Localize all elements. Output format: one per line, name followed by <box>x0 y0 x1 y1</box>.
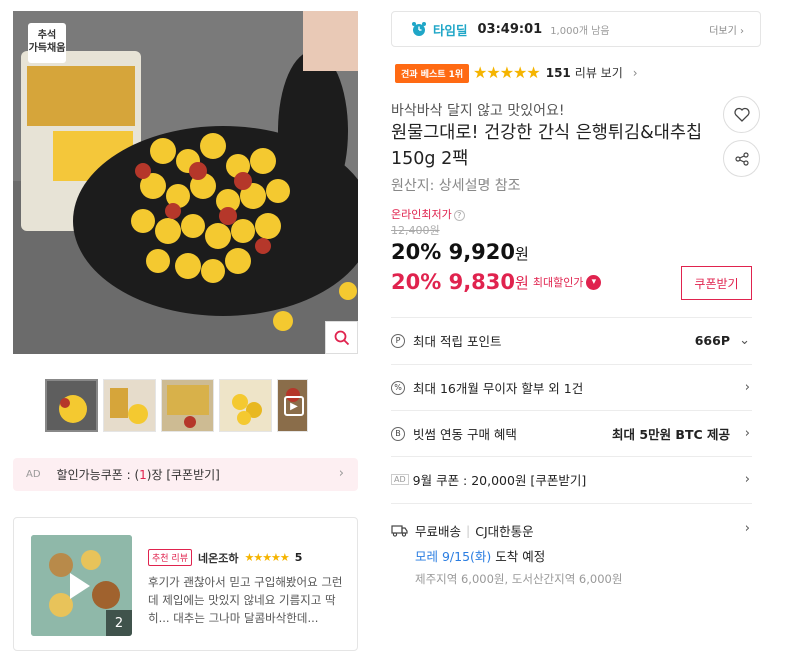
review-header: 추천 리뷰 네온조하 ★★★★★ 5 <box>148 549 302 566</box>
won-unit: 원 <box>515 245 529 263</box>
wishlist-button[interactable] <box>723 96 760 133</box>
points-label: 최대 적립 포인트 <box>413 334 502 349</box>
product-main-image[interactable]: 추석 가득채움 <box>13 11 358 354</box>
thumbnail-image <box>220 380 271 431</box>
chevron-right-icon: › <box>744 472 750 487</box>
coupon-banner[interactable]: AD 할인가능쿠폰 : (1)장 [쿠폰받기] › <box>13 458 358 491</box>
product-title: 원물그대로! 건강한 간식 은행튀김&대추칩 150g 2팩 <box>391 123 703 169</box>
point-icon: P <box>391 333 405 348</box>
thumbnail-image <box>104 380 155 431</box>
timedeal-remaining: 1,000개 남음 <box>550 25 610 37</box>
review-video-thumbnail[interactable]: 2 <box>31 535 132 636</box>
timedeal-more-link[interactable]: 더보기 › <box>709 22 744 37</box>
percent-icon: % <box>391 380 405 395</box>
review-stars: ★★★★★ <box>244 551 289 564</box>
product-origin: 원산지: 상세설명 참조 <box>391 178 521 194</box>
max-discount-label: 최대할인가 <box>532 276 584 289</box>
discount-amount: 9,920 <box>448 240 516 264</box>
max-discount-price: 20% 9,830 원 최대할인가 ▾ <box>391 270 602 294</box>
chevron-right-icon: › <box>744 426 750 441</box>
review-text: 후기가 괜찮아서 믿고 구입해봤어요 그런데 제입에는 맛있지 않네요 기름지고… <box>148 575 343 625</box>
thumbnail-2[interactable] <box>103 379 156 432</box>
coupon-suffix: )장 [쿠폰받기] <box>146 468 220 482</box>
thumbnail-image <box>47 381 96 430</box>
rating-summary[interactable]: ★★★★★ 151 리뷰 보기 › <box>473 63 638 82</box>
timedeal-label: 타임딜 <box>433 22 468 38</box>
original-price: 12,400원 <box>391 224 440 237</box>
max-discount-amount: 9,830 <box>448 270 516 294</box>
won-unit: 원 <box>515 273 529 292</box>
thumbnail-1[interactable] <box>45 379 98 432</box>
chevron-right-icon: › <box>744 521 750 536</box>
discount-price: 20% 9,920원 <box>391 240 529 264</box>
heart-icon <box>733 107 750 122</box>
zoom-button[interactable] <box>325 321 358 354</box>
image-count: 2 <box>106 610 132 636</box>
discount-percent: 20% <box>391 240 442 264</box>
magnifier-icon <box>334 330 349 345</box>
review-view-label: 리뷰 보기 <box>574 66 623 80</box>
coupon-prefix: 할인가능쿠폰 : ( <box>56 468 140 482</box>
bitsum-icon: B <box>391 426 405 441</box>
shipping-line: 무료배송 | CJ대한통운 <box>391 521 752 540</box>
points-row[interactable]: P 최대 적립 포인트 666P ⌄ <box>391 317 752 363</box>
coupon-count: 1 <box>139 468 147 482</box>
shipping-carrier: CJ대한통운 <box>475 524 534 539</box>
share-button[interactable] <box>723 140 760 177</box>
help-icon[interactable]: ? <box>453 209 465 221</box>
review-score: 5 <box>294 551 303 564</box>
bitsum-label: 빗썸 연동 구매 혜택 <box>413 427 517 442</box>
bitsum-row[interactable]: B 빗썸 연동 구매 혜택 최대 5만원 BTC 제공 › <box>391 410 752 456</box>
installment-row[interactable]: % 최대 16개월 무이자 할부 외 1건 › <box>391 364 752 410</box>
thumbnail-image <box>162 380 213 431</box>
max-discount-percent: 20% <box>391 270 442 294</box>
chuseok-badge: 추석 가득채움 <box>28 23 66 63</box>
chevron-down-icon[interactable]: ▾ <box>586 274 602 290</box>
arrival-line: 모레 9/15(화) 도착 예정 <box>391 546 752 565</box>
thumbnail-strip: ▶ <box>45 379 308 432</box>
installment-label: 최대 16개월 무이자 할부 외 1건 <box>413 381 584 396</box>
product-subtitle: 바삭바삭 달지 않고 맛있어요! <box>391 103 565 119</box>
chevron-right-icon: › <box>744 380 750 395</box>
monthly-coupon-row[interactable]: AD 9월 쿠폰 : 20,000원 [쿠폰받기] › <box>391 456 752 502</box>
chevron-right-icon: › <box>338 466 344 481</box>
ad-label: AD <box>391 474 409 485</box>
divider: | <box>466 523 471 538</box>
play-icon <box>70 573 90 599</box>
shipping-type: 무료배송 <box>415 524 462 539</box>
timedeal-countdown: 03:49:01 <box>477 21 543 37</box>
arrival-suffix: 도착 예정 <box>491 549 546 564</box>
thumbnail-5-video[interactable]: ▶ <box>277 379 308 432</box>
coupon-banner-text: 할인가능쿠폰 : (1)장 [쿠폰받기] <box>57 466 220 483</box>
play-icon: ▶ <box>284 396 304 416</box>
ad-label: AD <box>26 469 41 480</box>
thumbnail-3[interactable] <box>161 379 214 432</box>
recommended-review-card[interactable]: 2 추천 리뷰 네온조하 ★★★★★ 5 후기가 괜찮아서 믿고 구입해봤어요 … <box>13 517 358 651</box>
extra-shipping-fee: 제주지역 6,000원, 도서산간지역 6,000원 <box>415 572 623 586</box>
share-icon <box>734 151 749 166</box>
arrival-date: 모레 9/15(화) <box>415 549 492 564</box>
lowest-price-label: 온라인최저가? <box>391 206 465 222</box>
thumbnail-4[interactable] <box>219 379 272 432</box>
rating-stars: ★★★★★ <box>473 63 541 82</box>
chevron-down-icon: ⌄ <box>739 333 750 348</box>
monthly-coupon-label: 9월 쿠폰 : 20,000원 [쿠폰받기] <box>412 473 587 488</box>
bitsum-value: 최대 5만원 BTC 제공 <box>612 427 730 442</box>
product-photo <box>13 11 358 354</box>
alarm-clock-icon <box>412 22 426 36</box>
reviewer-name: 네온조하 <box>197 551 239 565</box>
more-label: 더보기 <box>709 25 737 37</box>
best-rank-badge: 견과 베스트 1위 <box>395 64 470 83</box>
points-value: 666P <box>694 333 730 348</box>
review-count: 151 <box>545 65 571 80</box>
timedeal-bar[interactable]: 타임딜 03:49:01 1,000개 남음 더보기 › <box>391 11 761 47</box>
truck-icon <box>391 525 408 537</box>
chevron-right-icon: › <box>632 65 638 80</box>
lowest-label-text: 온라인최저가 <box>391 208 452 221</box>
recommended-tag: 추천 리뷰 <box>148 549 192 566</box>
shipping-info[interactable]: 무료배송 | CJ대한통운 모레 9/15(화) 도착 예정 제주지역 6,00… <box>391 503 752 587</box>
get-coupon-button[interactable]: 쿠폰받기 <box>681 266 752 300</box>
